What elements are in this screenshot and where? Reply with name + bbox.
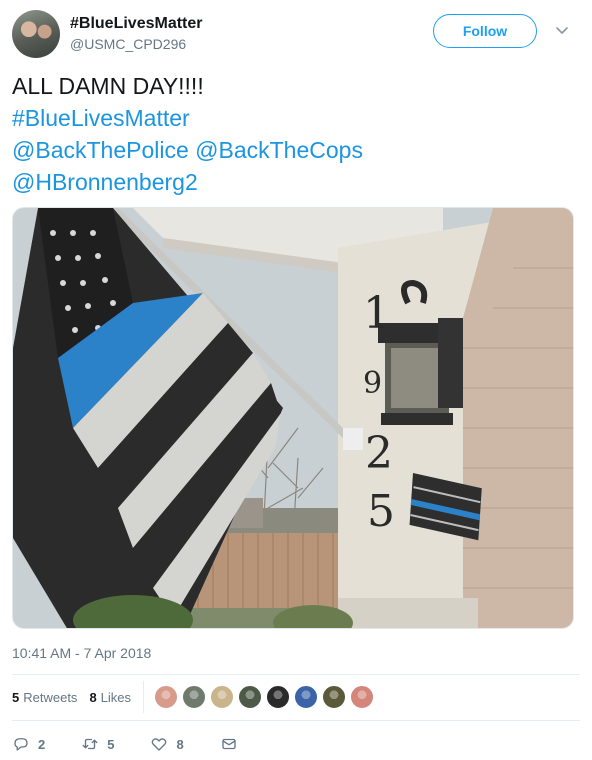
mention-link[interactable]: @HBronnenberg2 xyxy=(12,166,572,198)
retweet-icon xyxy=(82,738,98,750)
tweet-actions: 2 5 8 xyxy=(12,733,282,755)
likes-stat[interactable]: 8 Likes xyxy=(89,690,131,705)
liker-avatar[interactable] xyxy=(350,685,375,709)
retweets-count: 5 xyxy=(12,689,20,705)
tweet-stats: 5 Retweets 8 Likes xyxy=(12,680,378,714)
tweet-header: #BlueLivesMatter @USMC_CPD296 Follow xyxy=(12,10,580,60)
user-handle[interactable]: @USMC_CPD296 xyxy=(70,35,203,53)
retweet-count: 5 xyxy=(107,736,115,752)
liker-avatar[interactable] xyxy=(238,685,263,709)
mention-links[interactable]: @BackThePolice @BackTheCops xyxy=(12,134,572,166)
heart-icon xyxy=(152,738,167,751)
divider xyxy=(12,720,580,721)
tweet-line-1: ALL DAMN DAY!!!! xyxy=(12,73,204,99)
svg-text:5: 5 xyxy=(367,486,395,537)
like-count: 8 xyxy=(176,736,184,752)
likes-label: Likes xyxy=(100,689,132,705)
display-name[interactable]: #BlueLivesMatter xyxy=(70,14,203,34)
envelope-icon xyxy=(222,738,236,750)
divider xyxy=(12,674,580,675)
stats-separator xyxy=(143,681,145,713)
liker-avatar[interactable] xyxy=(154,685,179,709)
like-button[interactable]: 8 xyxy=(150,735,184,753)
retweets-stat[interactable]: 5 Retweets xyxy=(12,690,77,705)
tweet-timestamp[interactable]: 10:41 AM - 7 Apr 2018 xyxy=(12,645,151,661)
avatar[interactable] xyxy=(12,10,60,58)
liker-avatar[interactable] xyxy=(210,685,235,709)
svg-text:1: 1 xyxy=(363,288,391,339)
liker-avatar[interactable] xyxy=(182,685,207,709)
liker-avatar[interactable] xyxy=(266,685,291,709)
svg-text:9: 9 xyxy=(363,366,382,401)
retweet-button[interactable]: 5 xyxy=(81,735,114,753)
svg-text:2: 2 xyxy=(365,428,393,479)
liker-avatar[interactable] xyxy=(294,685,319,709)
reply-icon xyxy=(14,738,28,751)
photo-illustration: 1 9 2 5 xyxy=(13,208,573,628)
user-names[interactable]: #BlueLivesMatter @USMC_CPD296 xyxy=(70,14,203,53)
direct-message-button[interactable] xyxy=(220,735,246,753)
hashtag-link[interactable]: #BlueLivesMatter xyxy=(12,102,572,134)
reply-button[interactable]: 2 xyxy=(12,735,45,753)
likers-avatars xyxy=(154,685,378,709)
follow-button[interactable]: Follow xyxy=(433,14,537,48)
tweet-photo[interactable]: 1 9 2 5 xyxy=(12,207,574,629)
tweet-text: ALL DAMN DAY!!!! #BlueLivesMatter @BackT… xyxy=(12,70,572,198)
chevron-down-icon[interactable] xyxy=(554,22,570,38)
liker-avatar[interactable] xyxy=(322,685,347,709)
retweets-label: Retweets xyxy=(23,689,78,705)
likes-count: 8 xyxy=(89,689,97,705)
reply-count: 2 xyxy=(38,736,46,752)
